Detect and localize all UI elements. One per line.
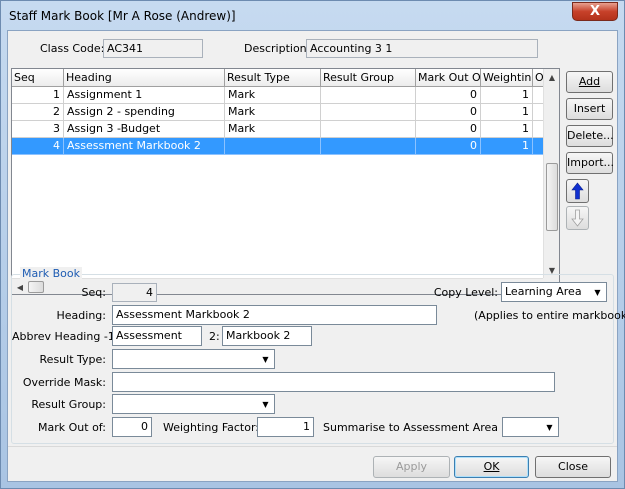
cell-result-group [321, 87, 416, 104]
column-header-mark-out-of[interactable]: Mark Out Of [416, 69, 481, 87]
chevron-down-icon: ▼ [546, 422, 553, 432]
mark-book-window: Staff Mark Book [Mr A Rose (Andrew)] X C… [0, 0, 625, 489]
column-header-result-group[interactable]: Result Group [321, 69, 416, 87]
move-up-button[interactable] [566, 179, 589, 203]
ok-button-label: OK [483, 460, 500, 473]
cell-result-type [225, 138, 321, 155]
import-button-label: Import... [567, 156, 614, 169]
close-button[interactable]: Close [535, 456, 611, 478]
cell-mark-out-of: 0 [416, 104, 481, 121]
table-row-selected[interactable]: 4 Assessment Markbook 2 0 1 [12, 138, 544, 155]
abbrev-heading-2-label: 2: [209, 330, 220, 343]
copy-level-select[interactable]: Learning Area ▼ [501, 282, 607, 302]
grid-vertical-scrollbar[interactable]: ▲ ▼ [543, 69, 559, 278]
column-header-result-type[interactable]: Result Type [225, 69, 321, 87]
table-row[interactable]: 3 Assign 3 -Budget Mark 0 1 [12, 121, 544, 138]
cell-heading: Assessment Markbook 2 [64, 138, 225, 155]
dialog-body: Class Code: AC341 Description: Accountin… [7, 30, 625, 482]
abbrev-heading-1-input[interactable]: Assessment [112, 326, 202, 346]
window-title: Staff Mark Book [Mr A Rose (Andrew)] [9, 9, 236, 23]
column-header-heading[interactable]: Heading [64, 69, 225, 87]
column-header-weighting[interactable]: Weighting [481, 69, 533, 87]
override-mask-input[interactable] [112, 372, 555, 392]
cell-weighting: 1 [481, 121, 533, 138]
abbrev-heading-2-input[interactable]: Markbook 2 [222, 326, 312, 346]
class-code-field: AC341 [103, 39, 203, 58]
apply-button-label: Apply [395, 460, 428, 473]
seq-label: Seq: [81, 286, 106, 299]
applies-note: (Applies to entire markbook) [474, 309, 625, 322]
cell-seq: 3 [12, 121, 64, 138]
apply-button[interactable]: Apply [373, 456, 450, 478]
chevron-down-icon: ▼ [262, 399, 269, 409]
heading-input[interactable]: Assessment Markbook 2 [112, 305, 437, 325]
insert-button-label: Insert [573, 102, 606, 115]
cell-heading: Assign 3 -Budget [64, 121, 225, 138]
seq-field: 4 [112, 283, 157, 302]
cell-result-group [321, 138, 416, 155]
vertical-scroll-thumb[interactable] [546, 163, 558, 231]
class-code-label: Class Code: [40, 42, 105, 55]
window-close-button[interactable]: X [572, 2, 618, 21]
chevron-down-icon: ▼ [594, 287, 601, 297]
heading-label: Heading: [56, 309, 106, 322]
delete-button[interactable]: Delete... [566, 125, 614, 147]
summarise-seq-select[interactable]: ▼ [502, 417, 559, 437]
result-group-label: Result Group: [31, 398, 106, 411]
result-group-select[interactable]: ▼ [112, 394, 275, 414]
arrow-up-icon [571, 182, 584, 200]
arrow-down-icon [571, 209, 584, 227]
chevron-down-icon: ▼ [262, 354, 269, 364]
cell-mark-out-of: 0 [416, 138, 481, 155]
cell-mark-out-of: 0 [416, 121, 481, 138]
scroll-up-arrow-icon[interactable]: ▲ [544, 69, 560, 85]
cell-result-group [321, 121, 416, 138]
cell-result-type: Mark [225, 87, 321, 104]
cell-mark-out-of: 0 [416, 87, 481, 104]
weighting-factor-input[interactable]: 1 [257, 417, 314, 437]
cell-result-group [321, 104, 416, 121]
summarise-label: Summarise to Assessment Area Seq: [323, 421, 526, 434]
cell-result-type: Mark [225, 121, 321, 138]
add-button[interactable]: Add [566, 71, 613, 93]
import-button[interactable]: Import... [566, 152, 614, 174]
insert-button[interactable]: Insert [566, 98, 613, 120]
weighting-factor-label: Weighting Factor: [163, 421, 260, 434]
cell-weighting: 1 [481, 104, 533, 121]
footer-separator [8, 446, 617, 447]
mark-book-legend: Mark Book [20, 267, 82, 280]
table-row[interactable]: 2 Assign 2 - spending Mark 0 1 [12, 104, 544, 121]
move-down-button[interactable] [566, 206, 589, 230]
add-button-label: Add [578, 75, 601, 88]
override-mask-label: Override Mask: [22, 376, 106, 389]
result-type-select[interactable]: ▼ [112, 349, 275, 369]
description-label: Description: [244, 42, 311, 55]
table-row[interactable]: 1 Assignment 1 Mark 0 1 [12, 87, 544, 104]
title-bar[interactable]: Staff Mark Book [Mr A Rose (Andrew)] X [1, 1, 624, 31]
cell-seq: 4 [12, 138, 64, 155]
cell-weighting: 1 [481, 138, 533, 155]
cell-heading: Assign 2 - spending [64, 104, 225, 121]
column-header-seq[interactable]: Seq [12, 69, 64, 87]
copy-level-label: Copy Level: [433, 286, 498, 299]
ok-button[interactable]: OK [454, 456, 529, 478]
cell-seq: 2 [12, 104, 64, 121]
abbrev-heading-label: Abbrev Heading -1: [12, 330, 119, 343]
markbook-grid[interactable]: Seq Heading Result Type Result Group Mar… [11, 68, 560, 295]
cell-result-type: Mark [225, 104, 321, 121]
cell-weighting: 1 [481, 87, 533, 104]
cell-seq: 1 [12, 87, 64, 104]
description-field: Accounting 3 1 [306, 39, 538, 58]
copy-level-value: Learning Area [505, 285, 582, 298]
mark-out-of-label: Mark Out of: [38, 421, 106, 434]
cell-heading: Assignment 1 [64, 87, 225, 104]
delete-button-label: Delete... [567, 129, 614, 142]
mark-out-of-input[interactable]: 0 [112, 417, 152, 437]
grid-header: Seq Heading Result Type Result Group Mar… [12, 69, 544, 87]
close-button-label: Close [558, 460, 588, 473]
result-type-label: Result Type: [39, 353, 106, 366]
